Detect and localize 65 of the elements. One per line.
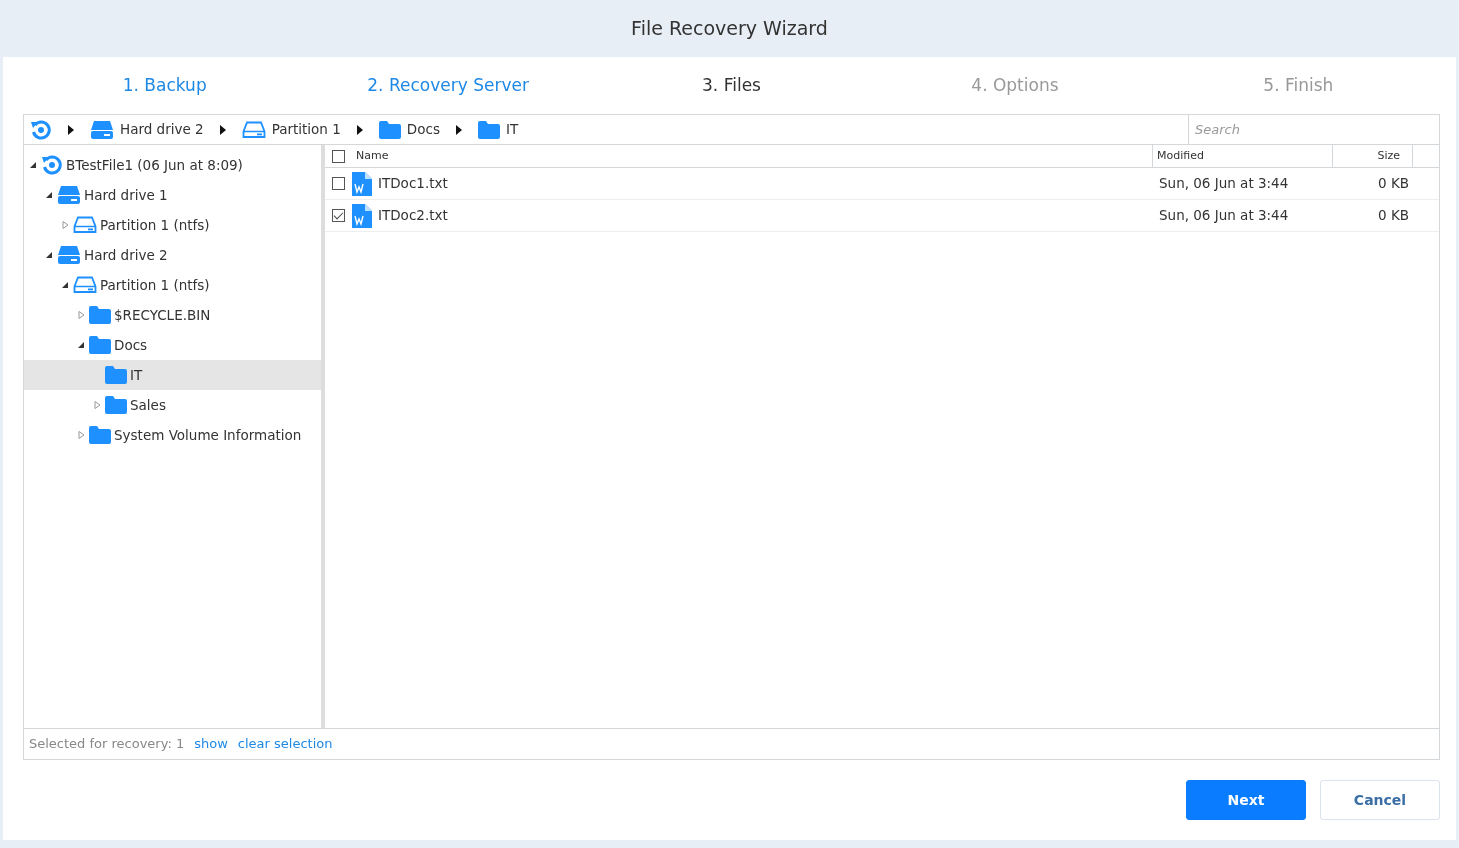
selection-count: Selected for recovery: 1 [29,735,185,754]
cancel-button[interactable]: Cancel [1320,780,1440,820]
row-checkbox[interactable] [332,177,345,190]
separator-arrow-icon [219,124,226,135]
collapse-arrow-icon[interactable] [46,251,54,259]
wizard-step[interactable]: 2. Recovery Server [367,74,529,95]
expand-arrow-icon[interactable] [78,431,86,439]
next-button[interactable]: Next [1186,780,1306,820]
breadcrumb-item[interactable]: Hard drive 2 [120,119,204,140]
collapse-arrow-icon[interactable] [78,341,86,349]
expand-arrow-icon[interactable] [62,221,70,229]
separator-arrow-icon [356,124,363,135]
backup-icon [30,118,52,141]
folder-icon [89,336,111,354]
hard-drive-icon [57,245,81,265]
column-header[interactable]: Modified [1157,147,1204,165]
select-all-checkbox[interactable] [332,149,345,163]
partition-icon [73,276,97,294]
document-icon [352,171,372,196]
tree-node[interactable]: IT [24,360,321,390]
separator-arrow-icon [68,124,74,135]
row-checkbox[interactable] [332,209,345,222]
tree-node[interactable]: System Volume Information [24,420,321,450]
wizard-step[interactable]: 3. Files [702,74,761,95]
column-header[interactable]: Size [1377,147,1400,165]
text-link[interactable]: clear selection [237,734,333,754]
partition-icon [241,120,266,139]
text-link[interactable]: show [194,734,228,754]
tree-node[interactable]: Docs [24,330,321,360]
modified-date: Sun, 06 Jun at 3:44 [1159,207,1289,224]
window-title: File Recovery Wizard [631,16,828,42]
file-name: ITDoc2.txt [378,206,448,226]
breadcrumb-item[interactable]: Partition 1 [271,119,341,140]
file-size: 0 KB [1378,207,1409,224]
breadcrumb-item[interactable]: IT [505,119,519,140]
expand-arrow-icon[interactable] [94,401,102,409]
file-name: ITDoc1.txt [378,174,448,194]
wizard-step[interactable]: 1. Backup [122,74,207,95]
collapse-arrow-icon[interactable] [46,191,54,199]
file-size: 0 KB [1378,175,1409,192]
tree-node[interactable]: $RECYCLE.BIN [24,300,321,330]
tree-node[interactable]: Sales [24,390,321,420]
folder-icon [89,426,111,444]
tree-node[interactable]: Partition 1 (ntfs) [24,210,321,240]
hard-drive-icon [90,119,114,140]
breadcrumb-item[interactable]: Docs [406,119,440,140]
tree-node[interactable]: Hard drive 1 [24,180,321,210]
backup-icon [41,154,63,176]
document-icon [352,203,372,228]
folder-icon [89,306,111,324]
folder-icon [378,120,401,139]
separator-arrow-icon [455,124,462,135]
folder-icon [477,120,500,139]
tree-node[interactable]: BTestFile1 (06 Jun at 8:09) [24,150,321,180]
folder-icon [105,396,127,414]
hard-drive-icon [57,185,81,205]
expand-arrow-icon[interactable] [78,311,86,319]
folder-icon [105,366,127,384]
column-header[interactable]: Name [356,147,389,165]
tree-node[interactable]: Hard drive 2 [24,240,321,270]
collapse-arrow-icon[interactable] [62,281,70,289]
collapse-arrow-icon[interactable] [30,161,38,169]
tree-node[interactable]: Partition 1 (ntfs) [24,270,321,300]
modified-date: Sun, 06 Jun at 3:44 [1159,175,1289,192]
partition-icon [73,216,97,234]
